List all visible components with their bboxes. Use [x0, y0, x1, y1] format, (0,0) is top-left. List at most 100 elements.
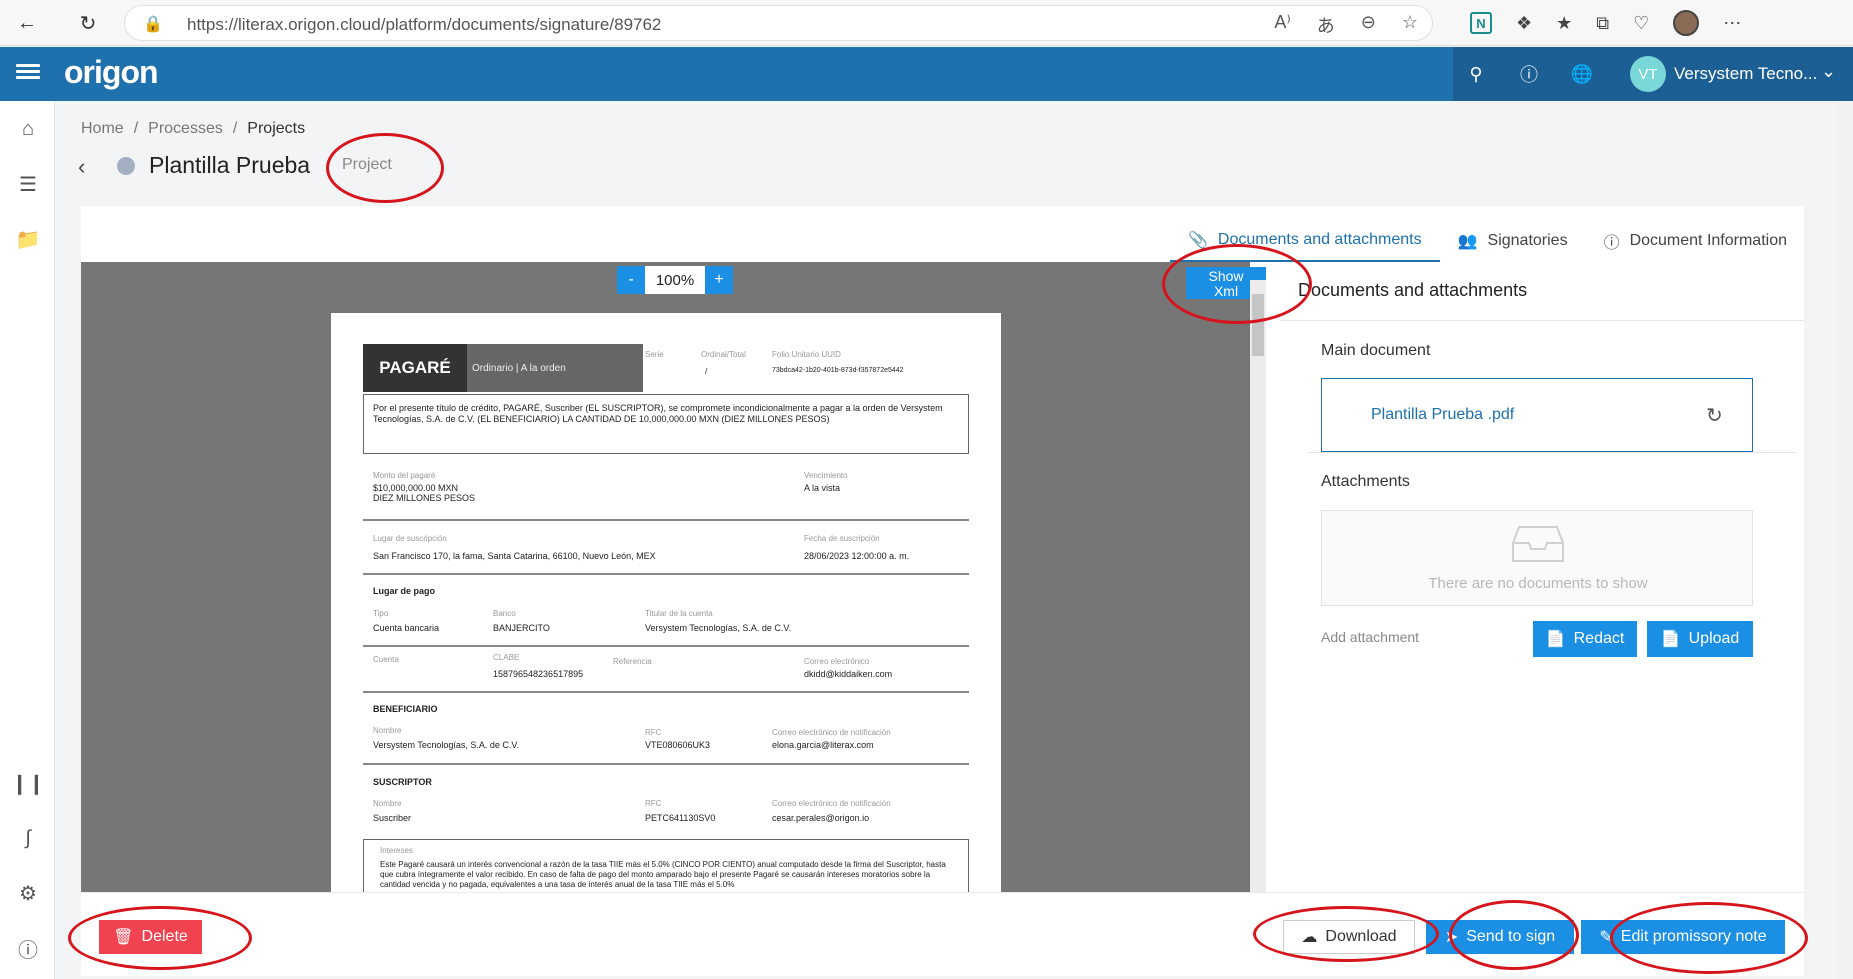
chart-icon[interactable]: ∫	[14, 824, 42, 852]
panel-title: Documents and attachments	[1298, 280, 1528, 300]
translate-icon[interactable]: あ	[1317, 12, 1335, 38]
help-icon[interactable]: ⓘ	[1516, 61, 1542, 87]
annotation-ring	[1162, 244, 1312, 324]
notif-label: Correo electrónico de notificación	[772, 728, 891, 737]
breadcrumb-projects[interactable]: Projects	[247, 120, 305, 138]
correo-label: Correo electrónico	[804, 657, 870, 666]
venc-value: A la vista	[804, 483, 841, 493]
library-icon[interactable]: ❙❙	[11, 769, 45, 797]
hamburger-menu-icon[interactable]	[16, 61, 40, 85]
reload-icon[interactable]: ↻	[73, 8, 103, 38]
notif-label: Correo electrónico de notificación	[772, 799, 891, 808]
monto-label: Monto del pagaré	[373, 471, 436, 480]
chevron-down-icon[interactable]: ⌄	[1821, 61, 1836, 82]
label-serie: Serie	[645, 350, 664, 359]
home-icon[interactable]: ⌂	[14, 115, 42, 143]
tab-label: Document Information	[1629, 232, 1787, 249]
search-icon[interactable]: ⚲	[1463, 61, 1489, 87]
lock-icon: 🔒	[143, 16, 163, 33]
user-avatar[interactable]: VT	[1630, 56, 1666, 92]
ref-label: Referencia	[613, 657, 652, 666]
breadcrumb-processes[interactable]: Processes	[148, 120, 223, 138]
processes-icon[interactable]: ☰	[14, 170, 42, 198]
pdf-subtitle: Ordinario | A la orden	[467, 344, 643, 392]
breadcrumb: Home / Processes / Projects	[81, 120, 305, 138]
more-menu-icon[interactable]: ⋯	[1723, 13, 1741, 34]
intro-text: Por el presente título de crédito, PAGAR…	[373, 403, 943, 424]
label-uuid: Folio Unitario UUID	[772, 350, 841, 359]
pdf-title: PAGARÉ	[363, 344, 467, 392]
health-icon[interactable]: ♡	[1633, 13, 1649, 34]
inbox-icon	[1511, 523, 1565, 570]
breadcrumb-home[interactable]: Home	[81, 120, 124, 138]
zoom-level[interactable]: 100%	[645, 266, 705, 294]
status-dot	[117, 157, 135, 175]
annotation-ring	[326, 133, 444, 203]
document-edit-icon: 📄	[1545, 631, 1566, 648]
globe-icon[interactable]: 🌐	[1569, 61, 1595, 87]
zoom-out-icon[interactable]: ⊖	[1361, 12, 1376, 38]
clabe-value: 158796548236517895	[493, 669, 584, 679]
titular-label: Titular de la cuenta	[645, 609, 713, 618]
upload-button[interactable]: 📄 Upload	[1647, 621, 1753, 657]
tipo-value: Cuenta bancaria	[373, 623, 440, 633]
divider	[363, 763, 969, 765]
nombre-label: Nombre	[373, 726, 402, 735]
refresh-icon[interactable]: ↻	[1706, 403, 1723, 428]
favorite-star-icon[interactable]: ☆	[1402, 12, 1418, 38]
extensions-puzzle-icon[interactable]: ❖	[1516, 13, 1532, 34]
user-name[interactable]: Versystem Tecno...	[1674, 64, 1817, 84]
collections-icon[interactable]: ⧉	[1596, 13, 1609, 34]
tab-document-information[interactable]: ⓘ Document Information	[1586, 220, 1805, 262]
empty-state-text: There are no documents to show	[1428, 575, 1648, 592]
zoom-in-button[interactable]: +	[705, 266, 733, 294]
folder-icon[interactable]: 📁	[14, 225, 42, 253]
ordinal-value: /	[705, 367, 708, 376]
redact-button[interactable]: 📄 Redact	[1533, 621, 1637, 657]
favorites-icon[interactable]: ★	[1556, 13, 1572, 34]
info-icon: ⓘ	[1603, 235, 1620, 252]
fecha-sus-value: 28/06/2023 12:00:00 a. m.	[804, 551, 910, 561]
annotation-ring	[68, 906, 252, 970]
left-sidebar: ⌂ ☰ 📁 ❙❙ ∫ ⚙ ⓘ	[0, 101, 55, 979]
zoom-controls: - 100% +	[617, 266, 733, 294]
rfc-label: RFC	[645, 799, 662, 808]
attachments-empty-box: There are no documents to show	[1321, 510, 1753, 606]
page-scrollbar[interactable]	[1837, 101, 1853, 979]
back-arrow-icon[interactable]: ←	[12, 8, 42, 38]
tab-label: Signatories	[1487, 232, 1568, 249]
nombre-label: Nombre	[373, 799, 402, 808]
lugar-pago-heading: Lugar de pago	[373, 586, 436, 596]
uuid-value: 73bdca42-1b20-401b-873d-f357872e5442	[772, 367, 904, 374]
help-circle-icon[interactable]: ⓘ	[14, 934, 42, 962]
users-icon: 👥	[1457, 233, 1478, 250]
add-attachment-label: Add attachment	[1321, 629, 1420, 645]
pdf-header-block: PAGARÉ Ordinario | A la orden	[363, 344, 643, 392]
profile-avatar[interactable]	[1673, 10, 1700, 36]
intereses-text: Este Pagaré causará un interés convencio…	[380, 860, 946, 889]
annotation-ring	[1253, 906, 1439, 962]
zoom-out-button[interactable]: -	[617, 266, 645, 294]
gear-icon[interactable]: ⚙	[14, 879, 42, 907]
address-bar[interactable]: 🔒 https://literax.origon.cloud/platform/…	[124, 5, 1433, 41]
read-aloud-icon[interactable]: A⁾	[1274, 12, 1290, 38]
url-text[interactable]: https://literax.origon.cloud/platform/do…	[187, 15, 661, 35]
main-document-card[interactable]: Plantilla Prueba .pdf ↻	[1321, 378, 1753, 452]
venc-label: Vencimiento	[804, 471, 848, 480]
monto-words: DIEZ MILLONES PESOS	[373, 493, 476, 503]
divider	[363, 519, 969, 521]
back-chevron-icon[interactable]: ‹	[78, 154, 85, 180]
intereses-label: Intereses	[380, 846, 413, 855]
extension-n-icon[interactable]: N	[1470, 12, 1492, 34]
header-actions: ⚲ ⓘ 🌐 VT Versystem Tecno... ⌄	[1453, 47, 1853, 101]
intro-box: Por el presente título de crédito, PAGAR…	[363, 394, 969, 454]
origon-logo[interactable]: origon	[64, 54, 159, 91]
lugar-sus-value: San Francisco 170, la fama, Santa Catari…	[373, 551, 656, 561]
benef-email: elona.garcia@literax.com	[772, 740, 874, 750]
banco-value: BANJERCITO	[493, 623, 550, 633]
viewer-scrollbar[interactable]	[1250, 280, 1266, 892]
annotation-ring	[1610, 902, 1808, 974]
main-document-link[interactable]: Plantilla Prueba .pdf	[1371, 406, 1514, 424]
beneficiario-heading: BENEFICIARIO	[373, 704, 438, 714]
tab-signatories[interactable]: 👥 Signatories	[1440, 220, 1586, 262]
